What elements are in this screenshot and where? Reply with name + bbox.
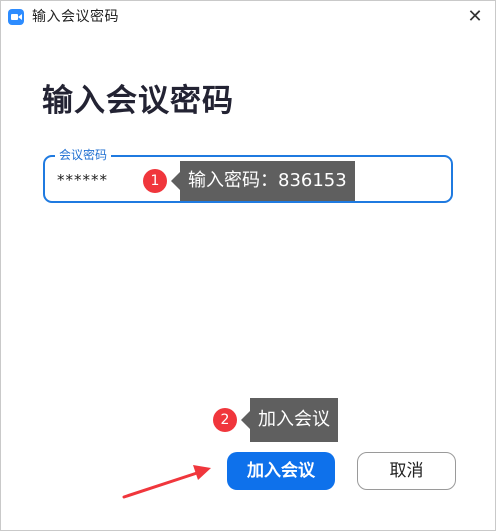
step-1-tooltip: 输入密码：836153 [171, 161, 355, 201]
close-button[interactable]: ✕ [465, 7, 485, 27]
window-title: 输入会议密码 [32, 9, 119, 25]
cancel-button[interactable]: 取消 [357, 452, 456, 490]
step-2-badge: 2 [213, 408, 237, 432]
red-arrow-icon [122, 465, 211, 499]
title-bar: 输入会议密码 ✕ [1, 1, 495, 33]
close-icon: ✕ [467, 6, 483, 27]
page-title: 输入会议密码 [42, 83, 234, 119]
password-field-label: 会议密码 [55, 148, 112, 162]
password-field-value: ****** [57, 171, 108, 189]
step-1-badge: 1 [143, 169, 167, 193]
step-2-tooltip: 加入会议 [241, 398, 338, 442]
join-meeting-button[interactable]: 加入会议 [227, 452, 335, 490]
dialog-window: 输入会议密码 ✕ 输入会议密码 会议密码 ****** 1 输入密码：83615… [0, 0, 496, 531]
zoom-camera-icon [8, 9, 24, 25]
